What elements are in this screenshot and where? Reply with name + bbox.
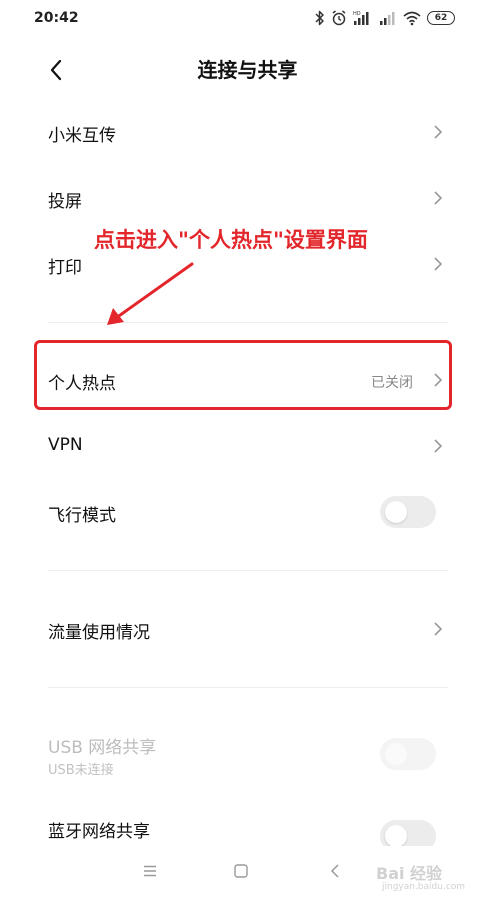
home-button[interactable]: [228, 858, 254, 884]
watermark-logo: Bai 经验 jingyan.baidu.com: [376, 860, 476, 896]
annotation-text: 点击进入"个人热点"设置界面: [94, 228, 368, 252]
watermark-sub: jingyan.baidu.com: [382, 882, 466, 892]
watermark-main: Bai 经验: [376, 864, 443, 883]
annotation-arrow: [107, 262, 194, 325]
back-icon: [330, 864, 339, 878]
nav-back-button[interactable]: [322, 858, 348, 884]
menu-icon: [144, 865, 156, 877]
home-icon: [234, 864, 248, 878]
menu-button[interactable]: [137, 858, 163, 884]
